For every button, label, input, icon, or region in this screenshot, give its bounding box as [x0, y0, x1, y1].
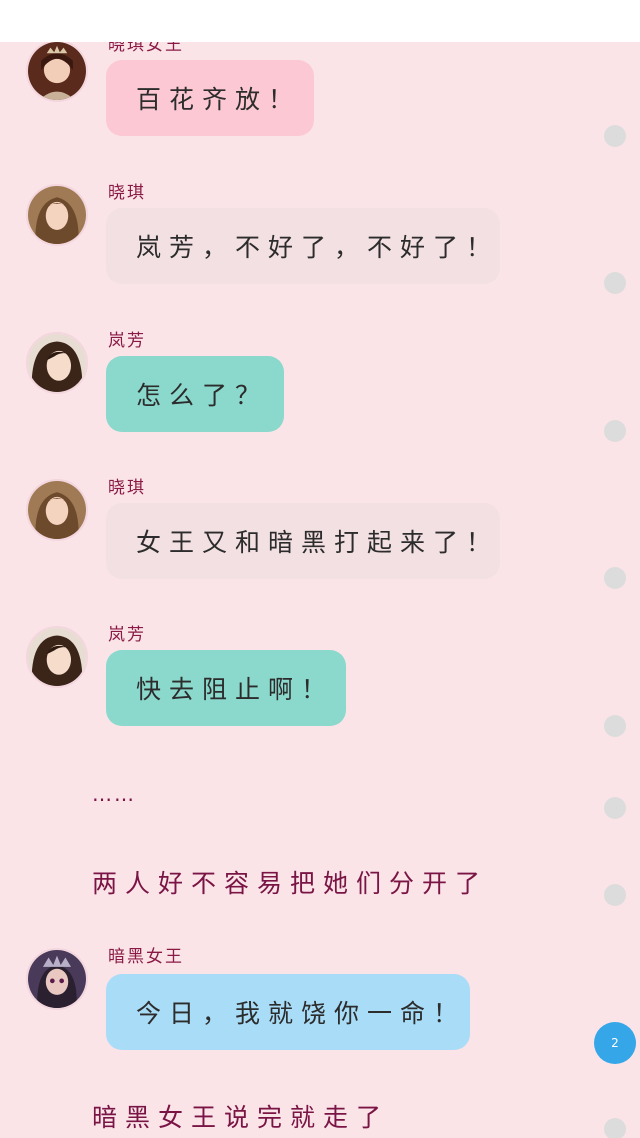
scroll-dot	[604, 884, 626, 906]
message-bubble[interactable]: 快去阻止啊！	[106, 650, 346, 726]
lanfang-avatar[interactable]	[26, 332, 88, 394]
scroll-dot	[604, 715, 626, 737]
sender-name: 岚芳	[108, 331, 146, 351]
chat-feed[interactable]: 晓琪女王 百花齐放！ 晓琪 岚芳，不好了，不好了！ 岚芳 怎么了？ 晓琪 女王又…	[0, 42, 640, 1138]
sender-name: 晓琪	[108, 478, 146, 498]
message-bubble[interactable]: 怎么了？	[106, 356, 284, 432]
narration-text: 暗黑女王说完就走了	[92, 1103, 390, 1132]
message-bubble[interactable]: 岚芳，不好了，不好了！	[106, 208, 500, 284]
xiaoqi-avatar[interactable]	[26, 184, 88, 246]
scroll-dot	[604, 125, 626, 147]
scroll-dot	[604, 272, 626, 294]
unread-badge[interactable]: 2	[594, 1022, 636, 1064]
message-bubble[interactable]: 今日，我就饶你一命！	[106, 974, 470, 1050]
message-bubble[interactable]: 百花齐放！	[106, 60, 314, 136]
sender-name: 晓琪	[108, 183, 146, 203]
scroll-dot	[604, 420, 626, 442]
queen-avatar[interactable]	[26, 42, 88, 102]
scroll-dot	[604, 1118, 626, 1138]
message-bubble[interactable]: 女王又和暗黑打起来了！	[106, 503, 500, 579]
sender-name: 晓琪女王	[108, 42, 184, 55]
narration-text: 两人好不容易把她们分开了	[92, 869, 489, 898]
xiaoqi-avatar[interactable]	[26, 479, 88, 541]
scroll-dot	[604, 567, 626, 589]
narration-text: ……	[92, 782, 136, 806]
top-bar	[0, 0, 640, 42]
sender-name: 暗黑女王	[108, 947, 184, 967]
sender-name: 岚芳	[108, 625, 146, 645]
dark-queen-avatar[interactable]	[26, 948, 88, 1010]
scroll-dot	[604, 797, 626, 819]
lanfang-avatar[interactable]	[26, 626, 88, 688]
